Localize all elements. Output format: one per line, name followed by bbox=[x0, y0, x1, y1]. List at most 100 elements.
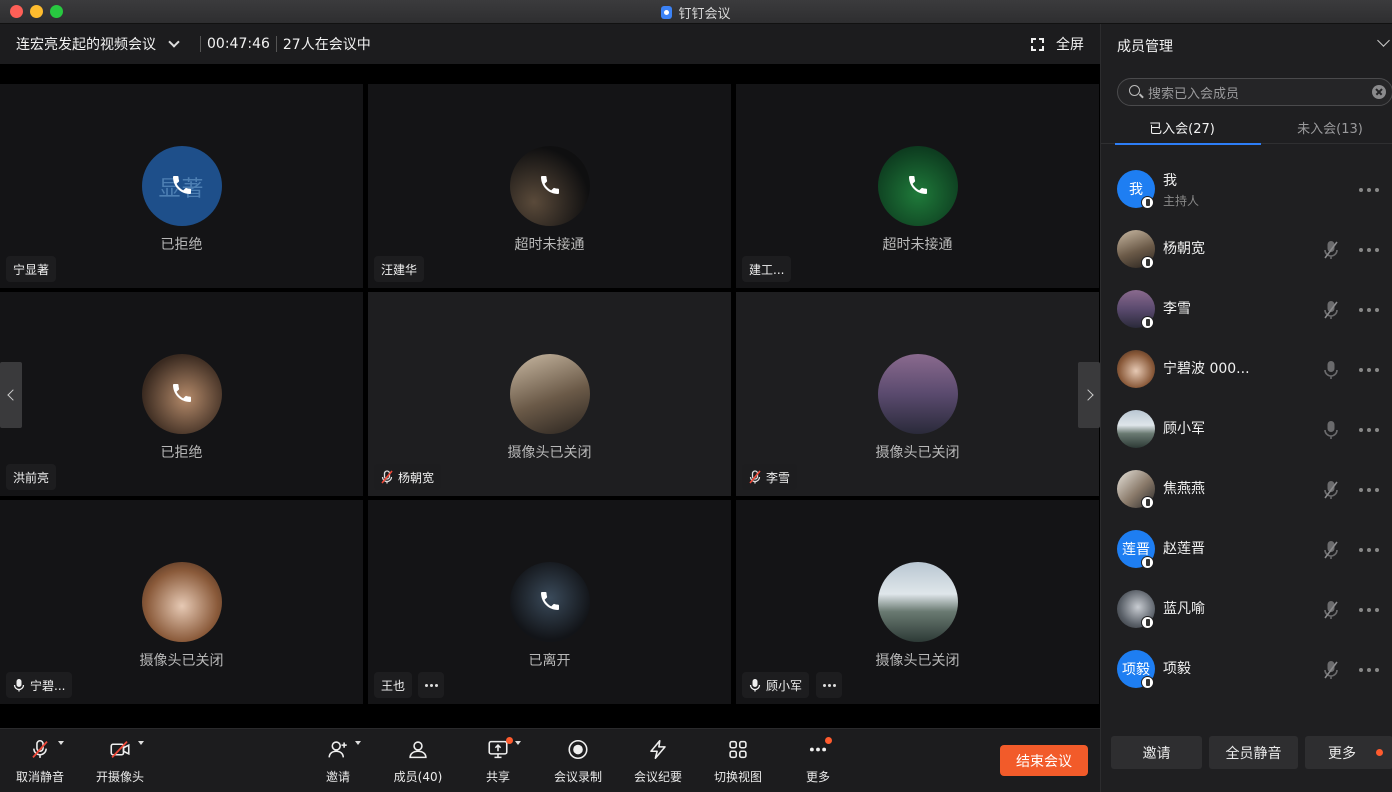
tab-joined[interactable]: 已入会(27) bbox=[1109, 110, 1261, 145]
unmute-button[interactable]: 取消静音 bbox=[0, 737, 80, 785]
mic-muted-icon[interactable] bbox=[1323, 660, 1339, 680]
chevron-right-icon bbox=[1081, 389, 1094, 401]
mic-muted-icon[interactable] bbox=[1323, 480, 1339, 500]
invite-button[interactable]: 邀请 bbox=[298, 737, 378, 785]
member-more-button[interactable] bbox=[1359, 548, 1379, 552]
tile-status: 摄像头已关闭 bbox=[139, 653, 224, 669]
member-more-button[interactable] bbox=[1359, 308, 1379, 312]
member-row[interactable]: 顾小军 bbox=[1101, 398, 1392, 458]
end-meeting-button[interactable]: 结束会议 bbox=[1000, 745, 1088, 776]
tab-not-joined[interactable]: 未入会(13) bbox=[1257, 110, 1392, 144]
people-icon bbox=[409, 741, 427, 759]
fullscreen-button[interactable]: 全屏 bbox=[1031, 24, 1084, 64]
mic-muted-icon[interactable] bbox=[1323, 300, 1339, 320]
lightning-icon bbox=[650, 739, 666, 760]
avatar bbox=[877, 562, 958, 642]
video-tile[interactable]: 已拒绝 洪前亮 bbox=[0, 292, 363, 496]
mic-options-caret[interactable] bbox=[58, 741, 64, 745]
participant-name-tag: 建工... bbox=[742, 256, 792, 282]
minutes-button[interactable]: 会议纪要 bbox=[618, 737, 698, 785]
participant-name: 洪前亮 bbox=[13, 470, 50, 485]
member-more-button[interactable] bbox=[1359, 608, 1379, 612]
member-tabs: 已入会(27) 未入会(13) bbox=[1101, 110, 1392, 145]
member-row[interactable]: 杨朝宽 bbox=[1101, 218, 1392, 278]
mobile-icon bbox=[1141, 316, 1154, 329]
participant-name-tag: 宁显著 bbox=[6, 256, 57, 282]
divider bbox=[200, 36, 201, 52]
mobile-icon bbox=[1141, 496, 1154, 509]
tile-status: 已离开 bbox=[528, 653, 571, 669]
video-tile[interactable]: 摄像头已关闭 顾小军 bbox=[736, 500, 1099, 704]
minutes-label: 会议纪要 bbox=[633, 770, 682, 784]
window-titlebar: 钉钉会议 bbox=[0, 0, 1392, 24]
video-tile[interactable]: 显著 已拒绝 宁显著 bbox=[0, 84, 363, 288]
add-person-icon bbox=[328, 741, 347, 758]
participant-name: 杨朝宽 bbox=[398, 470, 435, 485]
participant-name: 李雪 bbox=[766, 470, 791, 485]
member-row[interactable]: 我 我 主持人 bbox=[1101, 158, 1392, 218]
member-more-button[interactable] bbox=[1359, 248, 1379, 252]
mic-icon[interactable] bbox=[1323, 420, 1339, 440]
mic-muted-icon[interactable] bbox=[1323, 600, 1339, 620]
participant-name: 建工... bbox=[749, 262, 785, 277]
more-button[interactable]: 更多 bbox=[778, 737, 858, 785]
members-button[interactable]: 成员(40) bbox=[378, 737, 458, 785]
mic-muted-icon[interactable] bbox=[1323, 540, 1339, 560]
mute-all-button[interactable]: 全员静音 bbox=[1209, 736, 1298, 769]
member-row[interactable]: 莲晋 赵莲晋 bbox=[1101, 518, 1392, 578]
clear-icon[interactable] bbox=[1372, 85, 1386, 99]
camera-options-caret[interactable] bbox=[138, 741, 144, 745]
member-more-button[interactable] bbox=[1359, 668, 1379, 672]
record-button[interactable]: 会议录制 bbox=[538, 737, 618, 785]
avatar bbox=[509, 354, 590, 434]
chevron-down-icon[interactable] bbox=[1377, 34, 1390, 47]
unmute-label: 取消静音 bbox=[15, 770, 64, 784]
participant-name-tag: 汪建华 bbox=[374, 256, 425, 282]
elapsed-time: 00:47:46 bbox=[207, 36, 270, 52]
window-title: 钉钉会议 bbox=[678, 6, 731, 22]
previous-page-button[interactable] bbox=[0, 362, 22, 428]
member-search-input[interactable]: 搜索已入会成员 bbox=[1117, 78, 1392, 106]
mobile-icon bbox=[1141, 616, 1154, 629]
video-tile[interactable]: 摄像头已关闭 李雪 bbox=[736, 292, 1099, 496]
mic-icon bbox=[13, 679, 25, 692]
participant-name-tag: 洪前亮 bbox=[6, 464, 57, 490]
tile-more-button[interactable] bbox=[418, 672, 444, 698]
meeting-title[interactable]: 连宏亮发起的视频会议 bbox=[16, 34, 156, 54]
start-camera-button[interactable]: 开摄像头 bbox=[80, 737, 160, 785]
member-row[interactable]: 项毅 项毅 bbox=[1101, 638, 1392, 698]
member-row[interactable]: 蓝凡喻 bbox=[1101, 578, 1392, 638]
next-page-button[interactable] bbox=[1078, 362, 1100, 428]
avatar bbox=[877, 146, 958, 226]
switch-view-button[interactable]: 切换视图 bbox=[698, 737, 778, 785]
member-more-button[interactable] bbox=[1359, 368, 1379, 372]
window-title-group: 钉钉会议 bbox=[0, 0, 1392, 24]
more-label: 更多 bbox=[805, 770, 830, 784]
invite-panel-button[interactable]: 邀请 bbox=[1111, 736, 1202, 769]
video-tile[interactable]: 摄像头已关闭 宁碧... bbox=[0, 500, 363, 704]
video-tile[interactable]: 已离开 王也 bbox=[368, 500, 731, 704]
chevron-down-icon[interactable] bbox=[168, 36, 180, 48]
tile-status: 超时未接通 bbox=[514, 237, 585, 253]
share-options-caret[interactable] bbox=[515, 741, 521, 745]
member-name: 李雪 bbox=[1163, 301, 1191, 317]
invite-options-caret[interactable] bbox=[355, 741, 361, 745]
mic-muted-icon[interactable] bbox=[1323, 240, 1339, 260]
tile-more-button[interactable] bbox=[816, 672, 842, 698]
record-label: 会议录制 bbox=[553, 770, 602, 784]
participant-name-tag: 顾小军 bbox=[742, 672, 810, 698]
member-row[interactable]: 焦燕燕 bbox=[1101, 458, 1392, 518]
video-tile[interactable]: 超时未接通 汪建华 bbox=[368, 84, 731, 288]
member-row[interactable]: 李雪 bbox=[1101, 278, 1392, 338]
member-more-button[interactable] bbox=[1359, 188, 1379, 192]
member-more-button[interactable] bbox=[1359, 488, 1379, 492]
member-row[interactable]: 宁碧波 000... bbox=[1101, 338, 1392, 398]
video-tile[interactable]: 超时未接通 建工... bbox=[736, 84, 1099, 288]
member-name: 顾小军 bbox=[1163, 421, 1205, 437]
member-more-button[interactable] bbox=[1359, 428, 1379, 432]
invite-label: 邀请 bbox=[325, 770, 350, 784]
video-tile[interactable]: 摄像头已关闭 杨朝宽 bbox=[368, 292, 731, 496]
mic-icon[interactable] bbox=[1323, 360, 1339, 380]
avatar bbox=[509, 562, 590, 642]
share-button[interactable]: 共享 bbox=[458, 737, 538, 785]
